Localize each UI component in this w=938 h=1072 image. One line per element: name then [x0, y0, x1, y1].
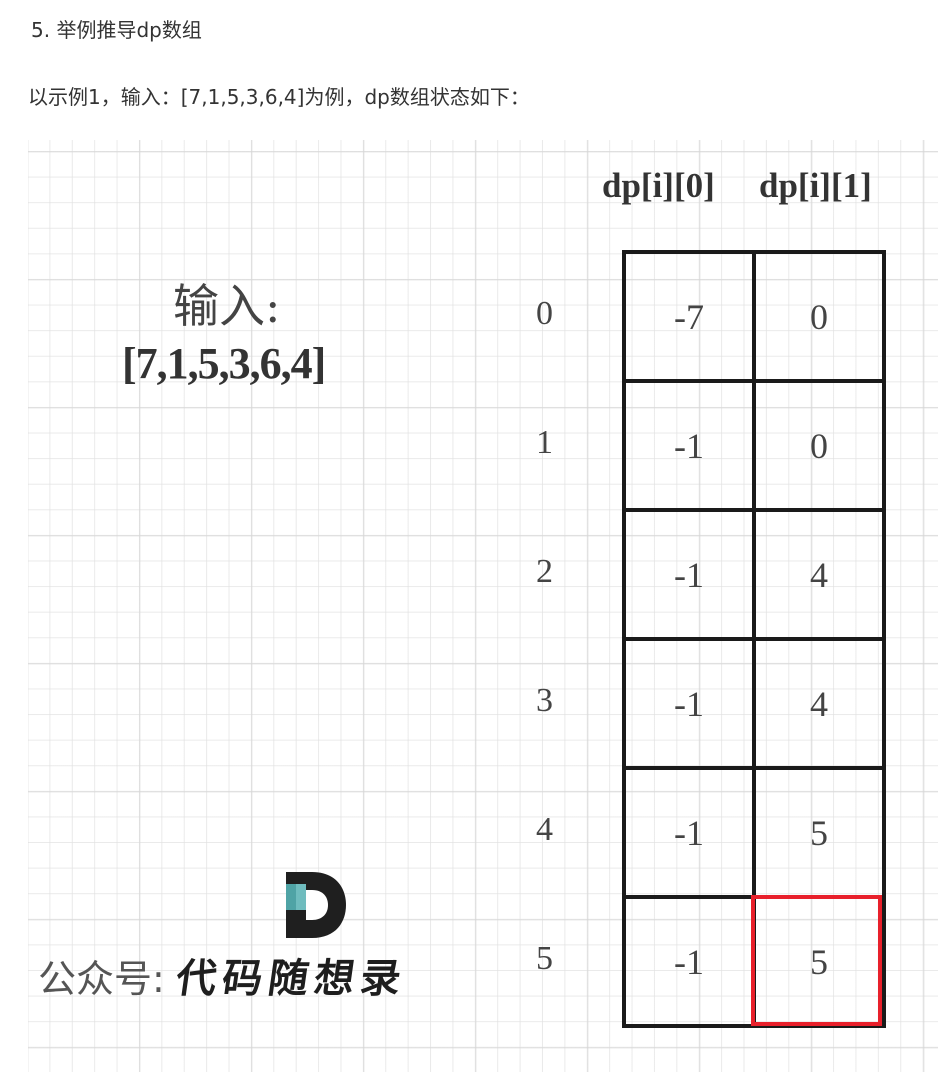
dp-cell: 5	[752, 766, 886, 899]
dp-cell: 0	[752, 250, 886, 383]
logo-d-icon	[286, 872, 346, 938]
table-row: -7 0	[622, 250, 886, 383]
col-header-dp-i-0: dp[i][0]	[602, 166, 715, 205]
dp-cell: -1	[622, 766, 756, 899]
dp-cell: -7	[622, 250, 756, 383]
row-index-3: 3	[536, 682, 553, 719]
dp-cell: -1	[622, 895, 756, 1028]
section-heading: 5. 举例推导dp数组	[31, 18, 202, 42]
table-row: -1 4	[622, 637, 886, 770]
dp-cell: 4	[752, 508, 886, 641]
row-index-2: 2	[536, 553, 553, 590]
table-row: -1 0	[622, 379, 886, 512]
dp-cell: 4	[752, 637, 886, 770]
input-label: 输入:	[173, 279, 281, 333]
table-row: -1 4	[622, 508, 886, 641]
table-row: -1 5	[622, 895, 886, 1028]
watermark: 公众号: 代码随想录	[38, 946, 410, 1004]
row-index-1: 1	[536, 424, 553, 461]
dp-cell: -1	[622, 508, 756, 641]
table-row: -1 5	[622, 766, 886, 899]
dp-cell: 5	[752, 895, 886, 1028]
dp-cell: 0	[752, 379, 886, 512]
watermark-prefix: 公众号:	[38, 957, 165, 1001]
row-index-0: 0	[536, 295, 553, 332]
dp-cell: -1	[622, 379, 756, 512]
dp-table: -7 0 -1 0 -1 4 -1 4 -1 5 -1 5	[622, 250, 886, 1028]
row-index-5: 5	[536, 940, 553, 977]
row-index-4: 4	[536, 811, 553, 848]
watermark-brand: 代码随想录	[173, 955, 410, 1002]
dp-cell: -1	[622, 637, 756, 770]
col-header-dp-i-1: dp[i][1]	[759, 166, 872, 205]
input-array: [7,1,5,3,6,4]	[122, 339, 326, 388]
dp-figure: dp[i][0] dp[i][1] 输入: [7,1,5,3,6,4] 0 1 …	[28, 140, 938, 1072]
intro-paragraph: 以示例1，输入：[7,1,5,3,6,4]为例，dp数组状态如下：	[28, 85, 530, 109]
